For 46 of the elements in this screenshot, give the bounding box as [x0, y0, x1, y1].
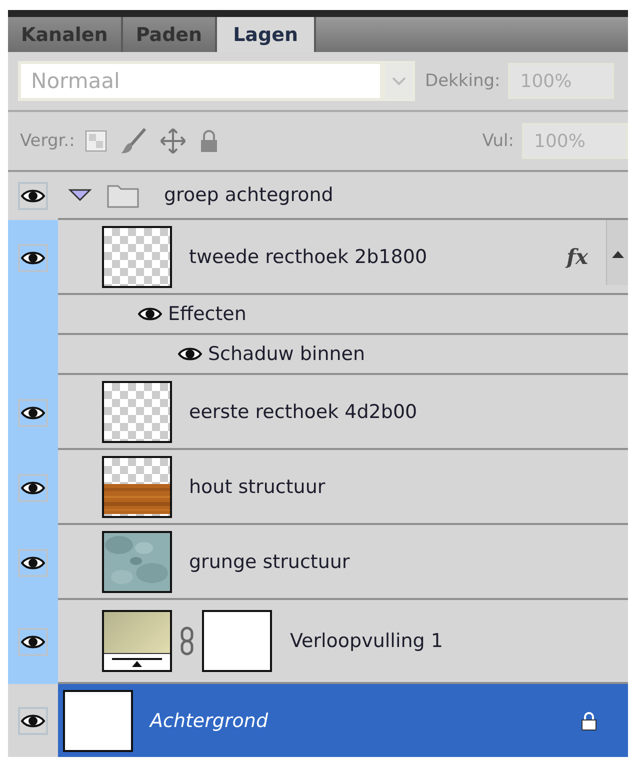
panel-tab[interactable]: Paden [122, 17, 218, 52]
visibility-toggle[interactable] [18, 628, 48, 656]
fill-field[interactable]: 100% [522, 123, 628, 159]
fill-label: Vul: [482, 131, 514, 151]
layer-name: Achtergrond [150, 710, 268, 732]
brush-icon[interactable] [118, 127, 147, 155]
arrow-up-icon [612, 250, 624, 258]
blend-mode-dropdown[interactable]: Normaal [18, 61, 383, 101]
layer-name: Verloopvulling 1 [290, 630, 443, 652]
effect-name: Effecten [168, 303, 246, 325]
opacity-label: Dekking: [425, 71, 500, 91]
layer-mask-thumbnail [202, 610, 272, 672]
chevron-down-icon [392, 76, 406, 86]
layer-name: eerste recthoek 4d2b00 [189, 400, 418, 422]
eye-icon [21, 712, 45, 728]
lock-label: Vergr.: [20, 131, 75, 151]
checker-icon[interactable] [84, 130, 107, 152]
visibility-toggle[interactable] [18, 244, 48, 272]
eye-icon [21, 554, 45, 570]
visibility-toggle[interactable] [18, 398, 48, 426]
gradient-swatch [104, 612, 170, 654]
group-name: groep achtegrond [164, 184, 334, 206]
eye-icon[interactable] [138, 306, 162, 322]
eye-icon[interactable] [178, 346, 202, 362]
layer-name: tweede recthoek 2b1800 [189, 246, 428, 268]
eye-icon [21, 188, 45, 204]
eye-icon [21, 250, 45, 266]
visibility-toggle[interactable] [18, 182, 48, 210]
panel-tab[interactable]: Lagen [217, 17, 316, 52]
visibility-toggle[interactable] [18, 706, 48, 734]
scroll-up-button[interactable] [606, 220, 628, 285]
opacity-field[interactable]: 100% [508, 63, 614, 99]
effect-name: Schaduw binnen [208, 343, 366, 365]
visibility-toggle[interactable] [18, 548, 48, 576]
chain-link-icon [178, 626, 196, 656]
effects-badge[interactable]: fx [566, 244, 588, 269]
move-icon[interactable] [158, 127, 187, 155]
visibility-toggle[interactable] [18, 474, 48, 502]
eye-icon [21, 634, 45, 650]
layer-name: grunge structuur [189, 550, 350, 572]
selected-layer-background[interactable]: Achtergrond [58, 684, 628, 757]
layer-name: hout structuur [189, 476, 326, 498]
eye-icon [21, 480, 45, 496]
panel-tab[interactable]: Kanalen [8, 17, 123, 52]
expand-triangle-icon[interactable] [68, 188, 92, 202]
eye-icon [21, 404, 45, 420]
